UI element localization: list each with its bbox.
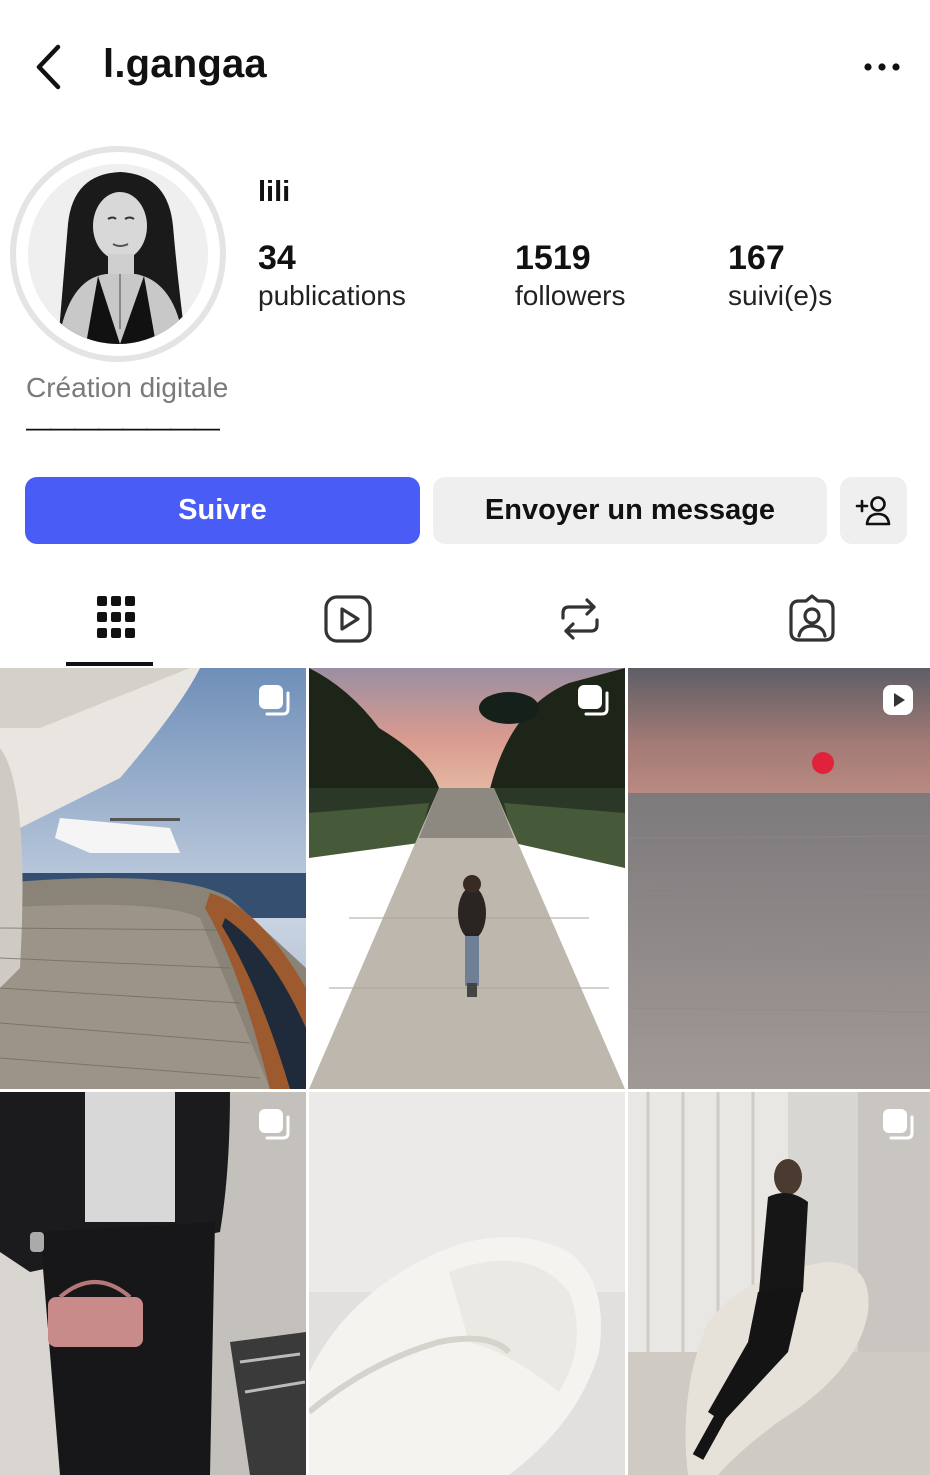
chevron-left-icon [36, 44, 61, 90]
carousel-icon [259, 1109, 290, 1140]
active-tab-indicator [66, 662, 153, 666]
post-image-sea-sunset [628, 668, 930, 1089]
stat-value: 167 [728, 239, 785, 277]
tab-reposts[interactable] [464, 580, 696, 668]
avatar[interactable] [28, 164, 208, 344]
post-image-chair [309, 1092, 625, 1475]
stat-publications[interactable]: 34 publications [258, 238, 406, 314]
stat-label: suivi(e)s [728, 280, 833, 311]
post-thumbnail[interactable] [309, 668, 625, 1089]
back-button[interactable] [30, 42, 70, 92]
profile-bio: ———————— [26, 412, 220, 442]
more-options-button[interactable] [860, 52, 906, 82]
profile-tabs [0, 580, 930, 668]
stat-label: followers [515, 280, 626, 311]
tab-reels[interactable] [232, 580, 464, 668]
more-horizontal-icon [864, 63, 900, 71]
stat-label: publications [258, 280, 406, 311]
stat-value: 1519 [515, 239, 591, 277]
post-image-garden-path [309, 668, 625, 1089]
post-thumbnail[interactable] [628, 668, 930, 1089]
post-image-yacht [0, 668, 306, 1089]
avatar-ring[interactable] [10, 146, 226, 362]
add-user-icon [855, 495, 890, 525]
carousel-icon [883, 1109, 914, 1140]
follow-button[interactable]: Suivre [25, 477, 420, 544]
post-thumbnail[interactable] [0, 1092, 306, 1475]
profile-username: l.gangaa [103, 42, 267, 86]
tab-grid[interactable] [0, 580, 232, 668]
suggested-users-button[interactable] [840, 477, 907, 544]
reel-icon [883, 685, 913, 715]
post-thumbnail[interactable] [628, 1092, 930, 1475]
post-thumbnail[interactable] [0, 668, 306, 1089]
post-thumbnail[interactable] [309, 1092, 625, 1475]
posts-grid [0, 668, 930, 1475]
grid-icon [97, 596, 135, 638]
repost-icon [561, 598, 599, 640]
reels-icon [324, 595, 372, 643]
message-button[interactable]: Envoyer un message [433, 477, 827, 544]
stat-followers[interactable]: 1519 followers [515, 238, 625, 314]
display-name: lili [258, 176, 291, 208]
stat-value: 34 [258, 239, 296, 277]
carousel-icon [259, 685, 290, 716]
profile-category: Création digitale [26, 372, 229, 403]
post-image-outfit [0, 1092, 306, 1475]
tab-tagged[interactable] [696, 580, 928, 668]
avatar-image [28, 164, 208, 344]
carousel-icon [578, 685, 609, 716]
stat-following[interactable]: 167 suivi(e)s [728, 238, 832, 314]
post-image-sofa [628, 1092, 930, 1475]
top-bar: l.gangaa [0, 0, 930, 135]
tagged-icon [789, 594, 835, 642]
